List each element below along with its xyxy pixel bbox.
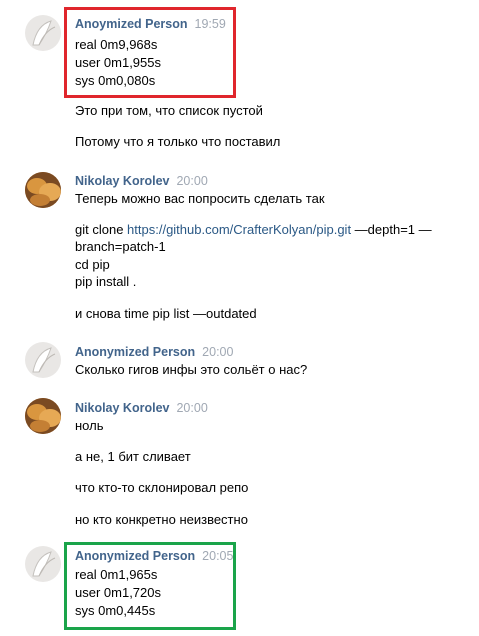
message-header: Nikolay Korolev 20:00 bbox=[75, 174, 208, 188]
text-fragment: git clone bbox=[75, 222, 128, 237]
bread-avatar-icon bbox=[25, 172, 61, 208]
avatar[interactable] bbox=[25, 342, 61, 378]
author-name[interactable]: Nikolay Korolev bbox=[75, 174, 169, 188]
message-time[interactable]: 20:00 bbox=[176, 174, 207, 188]
avatar[interactable] bbox=[25, 398, 61, 434]
text-fragment: —depth=1 — bbox=[351, 222, 432, 237]
message-text: и снова time pip list —outdated bbox=[75, 306, 257, 321]
message-text: pip install . bbox=[75, 274, 137, 289]
red-highlight-box bbox=[64, 7, 236, 98]
message-text: Потому что я только что поставил bbox=[75, 134, 281, 149]
message-header: Nikolay Korolev 20:00 bbox=[75, 401, 208, 415]
message-text: Сколько гигов инфы это сольёт о нас? bbox=[75, 362, 308, 377]
message-time[interactable]: 20:00 bbox=[176, 401, 207, 415]
anonymized-avatar-icon bbox=[32, 20, 56, 46]
message-time[interactable]: 20:00 bbox=[202, 345, 233, 359]
anonymized-avatar-icon bbox=[32, 551, 56, 577]
message-text: branch=patch-1 bbox=[75, 239, 166, 254]
message-text: ноль bbox=[75, 418, 104, 433]
author-name[interactable]: Nikolay Korolev bbox=[75, 401, 169, 415]
repo-link[interactable]: https://github.com/CrafterKolyan/pip.git bbox=[127, 222, 351, 237]
message-text: Теперь можно вас попросить сделать так bbox=[75, 191, 325, 206]
avatar[interactable] bbox=[25, 546, 61, 582]
message-text: git clone https://github.com/CrafterKoly… bbox=[75, 222, 432, 238]
message-text: а не, 1 бит сливает bbox=[75, 449, 191, 464]
anonymized-avatar-icon bbox=[32, 347, 56, 373]
message-text: Это при том, что список пустой bbox=[75, 103, 263, 118]
green-highlight-box bbox=[64, 542, 236, 630]
avatar[interactable] bbox=[25, 172, 61, 208]
author-name[interactable]: Anonymized Person bbox=[75, 345, 195, 359]
bread-avatar-icon bbox=[25, 398, 61, 434]
message-text: cd pip bbox=[75, 257, 110, 272]
avatar[interactable] bbox=[25, 15, 61, 51]
message-text: но кто конкретно неизвестно bbox=[75, 512, 248, 527]
message-text: что кто-то склонировал репо bbox=[75, 480, 249, 495]
message-header: Anonymized Person 20:00 bbox=[75, 345, 233, 359]
